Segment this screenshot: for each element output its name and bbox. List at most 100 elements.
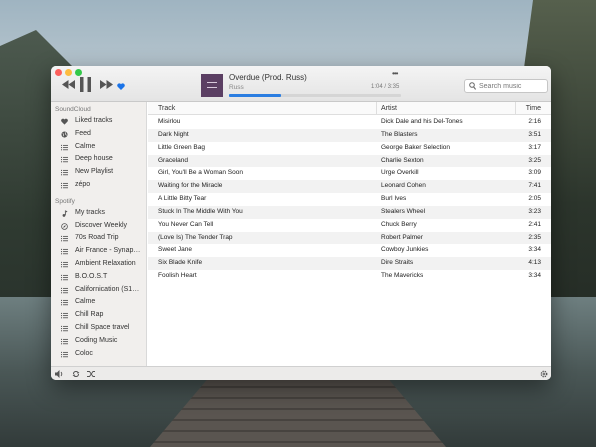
sidebar-item[interactable]: My tracks [51, 207, 146, 220]
zoom-window-button[interactable] [75, 69, 82, 76]
more-options-button[interactable]: ••• [392, 69, 398, 78]
table-row[interactable]: (Love Is) The Tender Trap Robert Palmer 2:… [148, 231, 551, 245]
cell-time: 4:13 [528, 259, 541, 267]
sidebar-item[interactable]: Ambient Relaxation [51, 258, 146, 271]
sidebar-item[interactable]: zépo [51, 179, 146, 192]
cell-track: Foolish Heart [158, 272, 197, 280]
table-row[interactable]: Dark Night The Blasters 3:51 [148, 128, 551, 142]
cell-time: 3:51 [528, 130, 541, 138]
table-row[interactable]: Waiting for the Miracle Leonard Cohen 7:41 [148, 180, 551, 194]
next-track-button[interactable] [100, 80, 113, 89]
sidebar-item[interactable]: Calme [51, 141, 146, 154]
waveform-icon [207, 82, 217, 88]
playlist-icon [61, 144, 68, 151]
cell-track: Six Blade Knife [158, 259, 203, 267]
cell-artist: George Baker Selection [381, 143, 451, 151]
sidebar-item-label: Deep house [75, 155, 113, 163]
column-divider[interactable] [515, 102, 516, 115]
music-icon [61, 210, 68, 217]
sidebar-item[interactable]: Coloc [51, 348, 146, 361]
search-icon [469, 82, 476, 90]
cell-track: Sweet Jane [158, 246, 192, 254]
play-pause-button[interactable] [80, 77, 91, 92]
sidebar-item[interactable]: Chill Space travel [51, 322, 146, 335]
playlist-icon [61, 338, 68, 345]
cell-artist: Urge Overkill [381, 169, 419, 177]
sidebar-item[interactable]: Coding Music [51, 335, 146, 348]
playlist-icon [61, 351, 68, 358]
repeat-icon[interactable] [72, 370, 80, 378]
cell-time: 3:23 [528, 207, 541, 215]
toolbar: Overdue (Prod. Russ) Russ 1:04 / 3:35 ••… [51, 66, 551, 102]
cell-time: 3:34 [528, 272, 541, 280]
cell-artist: Stealers Wheel [381, 207, 426, 215]
cell-time: 2:35 [528, 233, 541, 241]
sidebar-item[interactable]: Deep house [51, 153, 146, 166]
minimize-window-button[interactable] [65, 69, 72, 76]
table-row[interactable]: Girl, You'll Be a Woman Soon Urge Overkil… [148, 167, 551, 180]
sidebar-item-label: New Playlist [75, 168, 114, 176]
sidebar-item[interactable]: Liked tracks [51, 115, 146, 128]
table-row[interactable]: Graceland Charlie Sexton 3:25 [148, 154, 551, 168]
search-box[interactable] [464, 79, 548, 93]
cell-time: 7:41 [528, 182, 541, 190]
app-window: Overdue (Prod. Russ) Russ 1:04 / 3:35 ••… [51, 66, 551, 380]
playlist-icon [61, 299, 68, 306]
playback-progress-bar[interactable] [229, 94, 401, 97]
playback-progress-fill [229, 94, 281, 97]
cell-time: 3:34 [528, 246, 541, 254]
sidebar-item-label: Chill Rap [75, 311, 104, 319]
column-header-time[interactable]: Time [526, 102, 541, 115]
shuffle-icon[interactable] [87, 370, 96, 378]
cell-track: Girl, You'll Be a Woman Soon [158, 169, 243, 177]
table-row[interactable]: Six Blade Knife Dire Straits 4:13 [148, 257, 551, 271]
sidebar-item[interactable]: Feed [51, 128, 146, 141]
gear-icon[interactable] [540, 370, 548, 378]
table-row[interactable]: Misirlou Dick Dale and his Del-Tones 2:16 [148, 116, 551, 129]
cell-artist: Cowboy Junkies [381, 246, 429, 254]
table-row[interactable]: Foolish Heart The Mavericks 3:34 [148, 270, 551, 283]
sidebar-item[interactable]: Californication (S1… [51, 284, 146, 297]
now-playing-title: Overdue (Prod. Russ) [229, 73, 307, 82]
sidebar-item-label: Calme [75, 298, 96, 306]
table-row[interactable]: A Little Bitty Tear Burl Ives 2:05 [148, 193, 551, 206]
search-input[interactable] [479, 81, 547, 92]
now-playing-artist[interactable]: Russ [229, 84, 244, 91]
previous-track-button[interactable] [62, 80, 75, 89]
cell-artist: Burl Ives [381, 195, 407, 203]
cell-track: Waiting for the Miracle [158, 182, 223, 190]
table-row[interactable]: Little Green Bag George Baker Selection 3:… [148, 142, 551, 155]
table-row[interactable]: Sweet Jane Cowboy Junkies 3:34 [148, 244, 551, 257]
sidebar: SoundCloud Liked tracks Feed Calme Deep hous… [51, 102, 147, 366]
table-header: Track Artist Time [148, 102, 551, 115]
compass-icon [61, 222, 68, 230]
sidebar-item-label: 70s Road Trip [75, 234, 119, 242]
track-list: Track Artist Time Misirlou Dick Dale and … [148, 102, 551, 366]
sidebar-item[interactable]: Discover Weekly [51, 220, 146, 233]
sidebar-item-label: Calme [75, 142, 96, 150]
column-header-artist[interactable]: Artist [381, 102, 397, 115]
sidebar-section-header: Spotify [55, 197, 75, 205]
close-window-button[interactable] [55, 69, 62, 76]
cell-artist: Dick Dale and his Del-Tones [381, 118, 463, 125]
rewind-icon [62, 80, 75, 89]
status-bar [51, 366, 551, 380]
cell-track: Dark Night [158, 130, 189, 138]
sidebar-item[interactable]: B.O.O.S.T [51, 271, 146, 284]
column-divider[interactable] [376, 102, 377, 115]
column-header-track[interactable]: Track [158, 102, 175, 115]
sidebar-item[interactable]: Chill Rap [51, 309, 146, 322]
playlist-icon [61, 248, 68, 255]
table-row[interactable]: Stuck In The Middle With You Stealers Whe… [148, 205, 551, 219]
cell-track: A Little Bitty Tear [158, 195, 207, 203]
sidebar-item[interactable]: 70s Road Trip [51, 232, 146, 245]
like-button[interactable] [117, 83, 125, 90]
sidebar-item[interactable]: Air France - Synap… [51, 245, 146, 258]
volume-icon[interactable] [55, 370, 64, 378]
table-row[interactable]: You Never Can Tell Chuck Berry 2:41 [148, 219, 551, 232]
sidebar-item[interactable]: New Playlist [51, 166, 146, 179]
sidebar-item[interactable]: Calme [51, 296, 146, 309]
playlist-icon [61, 235, 68, 242]
sidebar-item-label: zépo [75, 180, 91, 188]
sidebar-item-label: Coloc [75, 349, 93, 357]
